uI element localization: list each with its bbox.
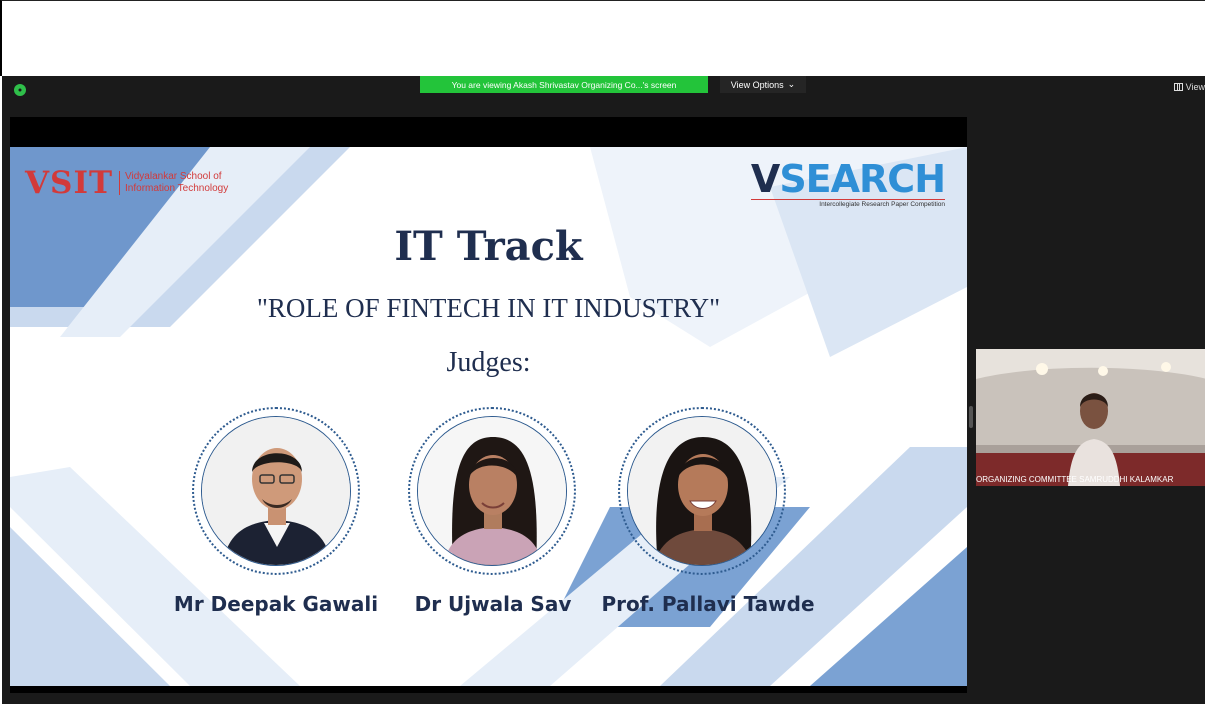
screen-share-text: You are viewing Akash Shrivastav Organiz…	[451, 79, 677, 90]
vsearch-logo: VSEARCH Intercollegiate Research Paper C…	[750, 157, 946, 208]
judge-photo-1	[192, 407, 360, 575]
slide-subtitle: "ROLE OF FINTECH IN IT INDUSTRY"	[256, 293, 721, 323]
judge-name-3: Prof. Pallavi Tawde	[601, 592, 815, 616]
view-button-label: View	[1185, 82, 1205, 92]
slide-title: IT Track	[394, 223, 583, 270]
judge-name-2: Dr Ujwala Sav	[414, 592, 572, 616]
view-button[interactable]: View	[1173, 82, 1205, 92]
shared-screen: VSIT Vidyalankar School of Information T…	[10, 117, 967, 693]
vsearch-logo-rest: SEARCH	[779, 157, 946, 201]
panel-resize-handle[interactable]	[969, 406, 973, 428]
vsit-logo-text: VSIT	[25, 165, 114, 201]
shield-icon[interactable]	[14, 84, 26, 96]
vsit-logo: VSIT Vidyalankar School of Information T…	[25, 165, 239, 201]
vsit-full-name: Vidyalankar School of Information Techno…	[119, 171, 239, 195]
presentation-slide: VSIT Vidyalankar School of Information T…	[10, 147, 967, 686]
participant-video-tile[interactable]	[976, 349, 1205, 486]
participant-name-label: ORGANIZING COMMITTEE SAMRUDDHI KALAMKAR	[976, 475, 1174, 484]
chevron-down-icon: ⌄	[787, 79, 796, 89]
meeting-window: You are viewing Akash Shrivastav Organiz…	[2, 76, 1205, 704]
participant-video	[976, 349, 1205, 486]
judge-photo-2	[408, 407, 576, 575]
vsearch-logo-v: V	[750, 157, 780, 201]
top-white-area	[0, 0, 1205, 76]
grid-view-icon	[1173, 83, 1183, 91]
view-options-label: View Options	[730, 79, 784, 90]
judge-name-1: Mr Deepak Gawali	[173, 592, 379, 616]
judges-heading: Judges:	[446, 347, 531, 378]
view-options-button[interactable]: View Options ⌄	[720, 76, 806, 93]
screen-share-banner: You are viewing Akash Shrivastav Organiz…	[420, 76, 708, 93]
judge-photo-3	[618, 407, 786, 575]
